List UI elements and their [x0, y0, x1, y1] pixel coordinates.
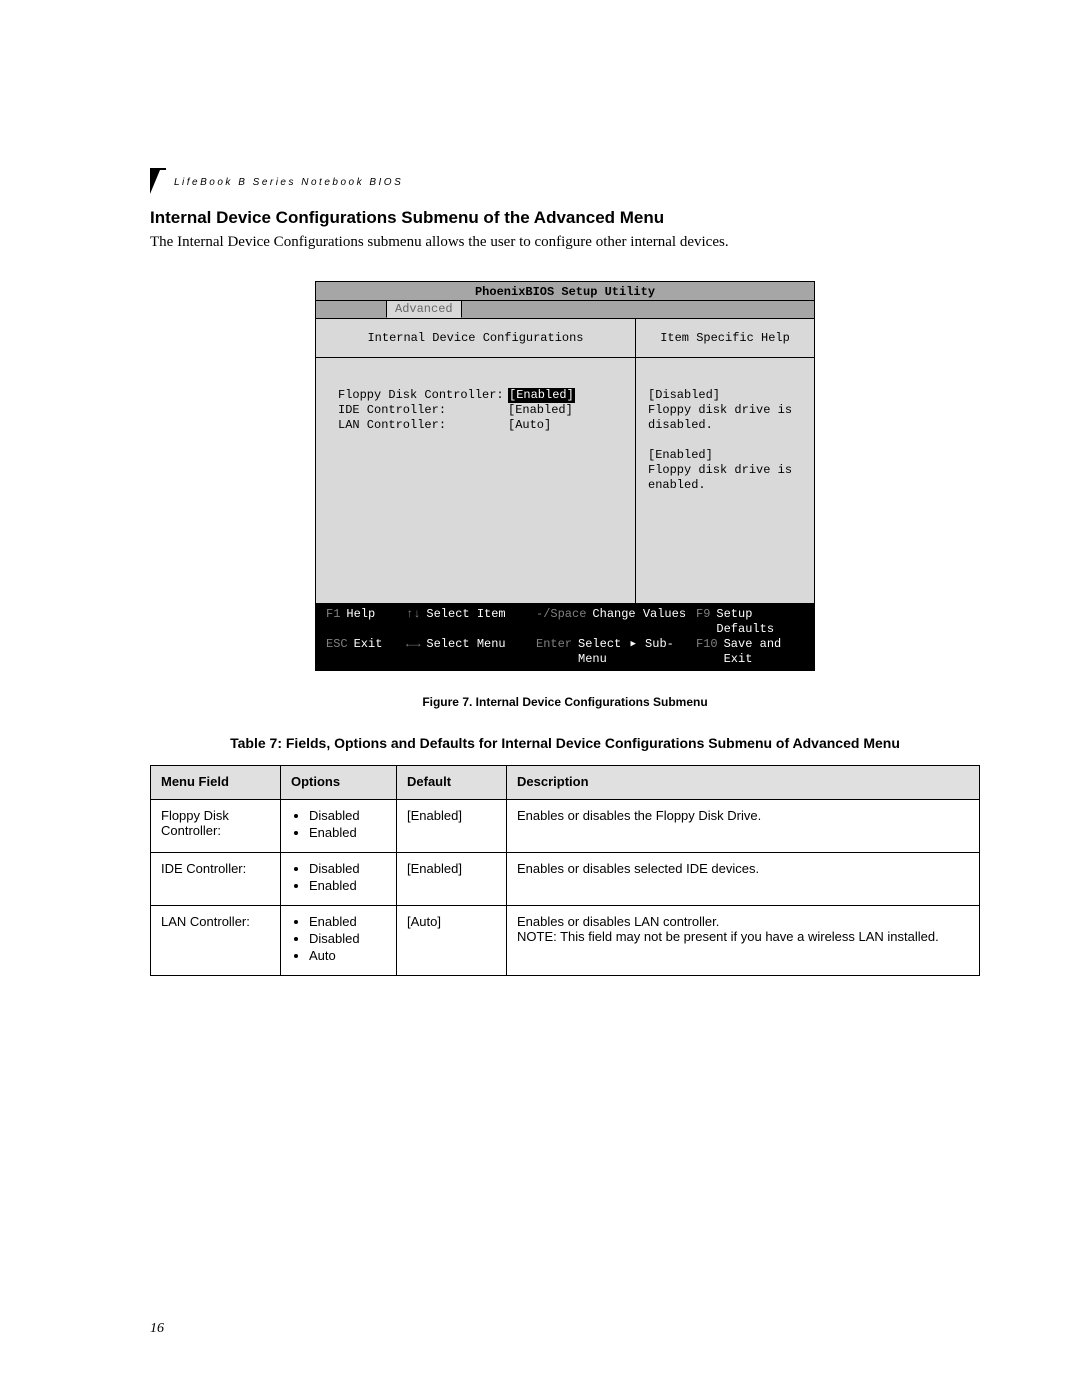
- bios-footer-key: ESC: [326, 637, 354, 667]
- bios-footer-cell: F9Setup Defaults: [696, 607, 804, 637]
- table-title: Table 7: Fields, Options and Defaults fo…: [150, 735, 980, 751]
- bios-footer-key: Enter: [536, 637, 578, 667]
- page-number: 16: [150, 1321, 164, 1337]
- options-list: Disabled Enabled: [291, 861, 386, 893]
- bios-title-bar: PhoenixBIOS Setup Utility: [316, 282, 814, 301]
- bios-setting-value: [Enabled]: [508, 403, 573, 418]
- cell-options: Enabled Disabled Auto: [281, 906, 397, 976]
- bios-footer-cell: EnterSelect Sub-Menu: [536, 637, 696, 667]
- cell-options: Disabled Enabled: [281, 853, 397, 906]
- bios-setting-row: Floppy Disk Controller:[Enabled]: [338, 388, 623, 403]
- bios-setting-label: IDE Controller:: [338, 403, 508, 418]
- bios-setting-label: LAN Controller:: [338, 418, 508, 433]
- table-row: IDE Controller: Disabled Enabled [Enabled]E…: [151, 853, 980, 906]
- bios-footer-key: F9: [696, 607, 716, 637]
- bios-footer-cell: -/SpaceChange Values: [536, 607, 696, 637]
- bios-footer: F1Help↑↓Select Item-/SpaceChange ValuesF…: [316, 604, 814, 670]
- bios-footer-key: ↑↓: [406, 607, 426, 637]
- cell-default: [Enabled]: [397, 853, 507, 906]
- cell-field: LAN Controller:: [151, 906, 281, 976]
- th-field: Menu Field: [151, 766, 281, 800]
- bios-figure: PhoenixBIOS Setup Utility Advanced Inter…: [315, 281, 815, 671]
- option-item: Disabled: [309, 931, 386, 946]
- bios-footer-label: Setup Defaults: [716, 607, 804, 637]
- bios-setting-value: [Enabled]: [508, 388, 575, 403]
- option-item: Enabled: [309, 914, 386, 929]
- cell-field: IDE Controller:: [151, 853, 281, 906]
- bios-footer-key: F10: [696, 637, 724, 667]
- bios-help-panel: [Disabled] Floppy disk drive is disabled…: [636, 358, 814, 603]
- bios-tabrow: Advanced: [316, 301, 814, 318]
- running-header-text: LifeBook B Series Notebook BIOS: [174, 177, 403, 188]
- options-list: Disabled Enabled: [291, 808, 386, 840]
- bios-footer-key: ←→: [406, 637, 426, 667]
- figure-caption: Figure 7. Internal Device Configurations…: [150, 695, 980, 709]
- bios-panel-header: Internal Device Configurations Item Spec…: [316, 318, 814, 358]
- bios-footer-row: ESCExit←→Select MenuEnterSelect Sub-Menu…: [326, 637, 804, 667]
- bios-footer-key: -/Space: [536, 607, 592, 637]
- bios-right-title: Item Specific Help: [636, 319, 814, 357]
- triangle-icon: [628, 637, 637, 651]
- bios-body: Floppy Disk Controller:[Enabled]IDE Cont…: [316, 358, 814, 604]
- bios-footer-label: Save and Exit: [724, 637, 804, 667]
- bios-footer-cell: F10Save and Exit: [696, 637, 804, 667]
- options-table: Menu Field Options Default Description F…: [150, 765, 980, 976]
- content: Internal Device Configurations Submenu o…: [150, 208, 980, 976]
- bios-footer-key: F1: [326, 607, 346, 637]
- bios-setting-row: LAN Controller:[Auto]: [338, 418, 623, 433]
- intro-paragraph: The Internal Device Configurations subme…: [150, 234, 980, 251]
- option-item: Disabled: [309, 861, 386, 876]
- bios-footer-label: Exit: [354, 637, 383, 667]
- bios-footer-label: Select Item: [426, 607, 505, 637]
- option-item: Disabled: [309, 808, 386, 823]
- cell-field: Floppy Disk Controller:: [151, 800, 281, 853]
- bios-setting-value: [Auto]: [508, 418, 551, 433]
- bios-setting-row: IDE Controller:[Enabled]: [338, 403, 623, 418]
- bios-footer-cell: ↑↓Select Item: [406, 607, 536, 637]
- bios-footer-cell: ESCExit: [326, 637, 406, 667]
- option-item: Enabled: [309, 825, 386, 840]
- bios-footer-label: Change Values: [592, 607, 686, 637]
- table-row: Floppy Disk Controller: Disabled Enabled [E…: [151, 800, 980, 853]
- corner-mark-icon: [150, 168, 166, 196]
- bios-tab-advanced: Advanced: [386, 300, 462, 318]
- bios-footer-label: Select Sub-Menu: [578, 637, 696, 667]
- cell-default: [Auto]: [397, 906, 507, 976]
- bios-footer-label: Select Menu: [426, 637, 505, 667]
- option-item: Auto: [309, 948, 386, 963]
- bios-footer-label: Help: [346, 607, 375, 637]
- cell-description: Enables or disables the Floppy Disk Driv…: [507, 800, 980, 853]
- cell-description: Enables or disables LAN controller. NOTE…: [507, 906, 980, 976]
- section-title: Internal Device Configurations Submenu o…: [150, 208, 980, 228]
- cell-description: Enables or disables selected IDE devices…: [507, 853, 980, 906]
- bios-footer-cell: ←→Select Menu: [406, 637, 536, 667]
- bios-footer-cell: F1Help: [326, 607, 406, 637]
- page: LifeBook B Series Notebook BIOS Internal…: [0, 0, 1080, 1397]
- th-options: Options: [281, 766, 397, 800]
- table-row: LAN Controller: Enabled Disabled Auto [Auto]…: [151, 906, 980, 976]
- bios-settings-panel: Floppy Disk Controller:[Enabled]IDE Cont…: [316, 358, 636, 603]
- bios-footer-row: F1Help↑↓Select Item-/SpaceChange ValuesF…: [326, 607, 804, 637]
- th-description: Description: [507, 766, 980, 800]
- bios-setting-label: Floppy Disk Controller:: [338, 388, 508, 403]
- cell-options: Disabled Enabled: [281, 800, 397, 853]
- th-default: Default: [397, 766, 507, 800]
- option-item: Enabled: [309, 878, 386, 893]
- running-header: LifeBook B Series Notebook BIOS: [150, 170, 403, 194]
- options-list: Enabled Disabled Auto: [291, 914, 386, 963]
- bios-left-title: Internal Device Configurations: [316, 319, 636, 357]
- cell-default: [Enabled]: [397, 800, 507, 853]
- table-head-row: Menu Field Options Default Description: [151, 766, 980, 800]
